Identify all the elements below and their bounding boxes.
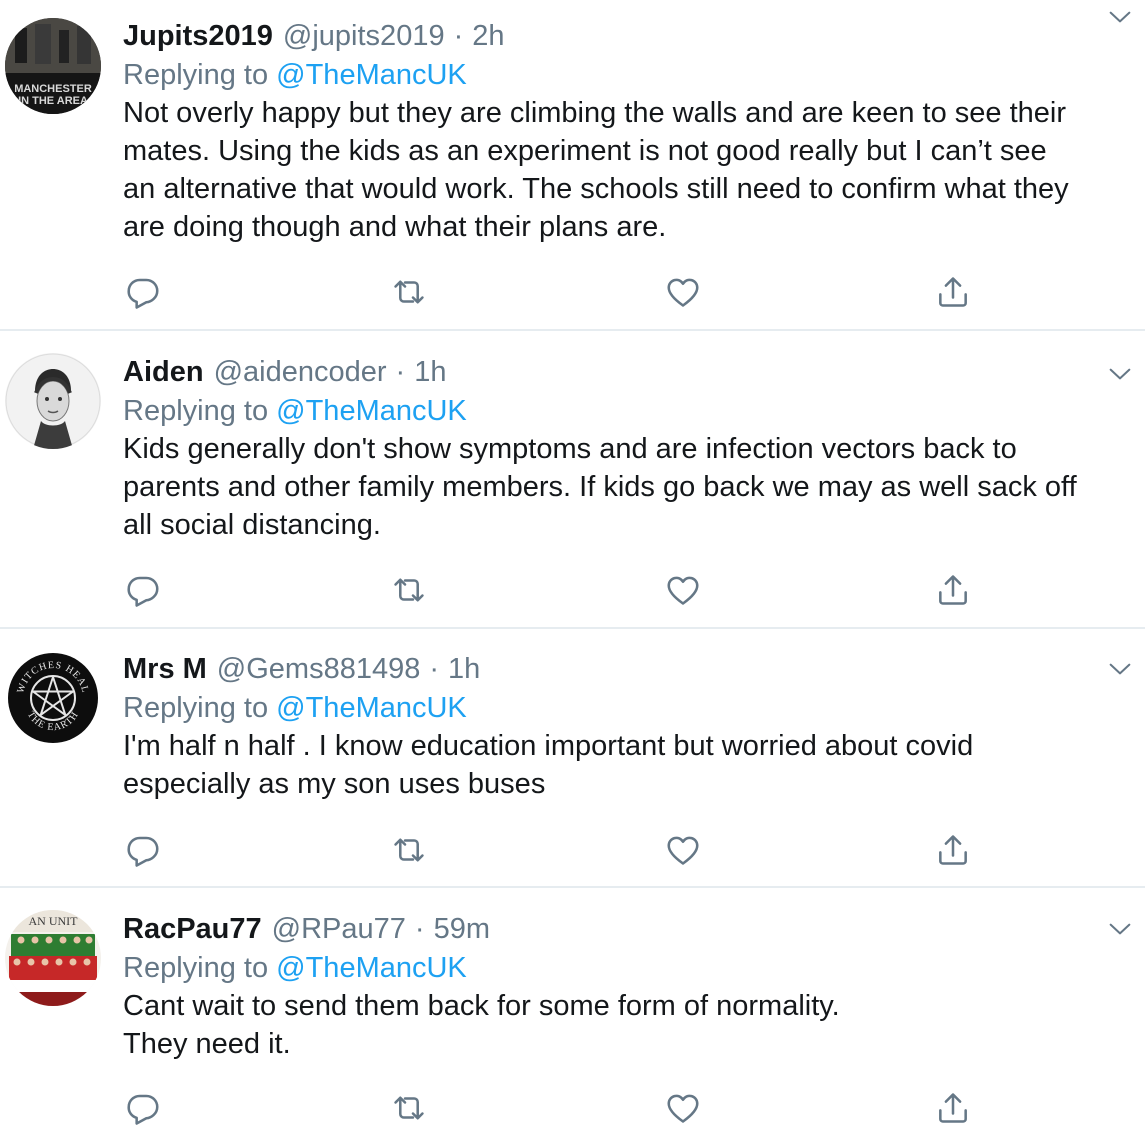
- retweet-icon: [390, 571, 428, 609]
- tweet-content: Mrs M @Gems881498 · 1h Replying to @TheM…: [123, 649, 1133, 803]
- separator-dot: ·: [395, 355, 406, 388]
- avatar[interactable]: [5, 353, 101, 449]
- replying-to: Replying to @TheMancUK: [123, 392, 1133, 430]
- user-name[interactable]: RacPau77: [123, 913, 262, 946]
- like-button[interactable]: [663, 1088, 703, 1128]
- tweet[interactable]: MANCHESTER IN THE AREA Jupits2019 @jupit…: [0, 0, 1145, 331]
- avatar-text-line1: MANCHESTER: [14, 83, 92, 95]
- tweet-actions: [123, 272, 983, 312]
- share-button[interactable]: [933, 570, 973, 610]
- retweet-button[interactable]: [389, 570, 429, 610]
- replying-to: Replying to @TheMancUK: [123, 949, 1133, 987]
- tweet-text: Not overly happy but they are climbing t…: [123, 97, 1069, 243]
- reply-icon: [124, 273, 162, 311]
- separator-dot: ·: [453, 19, 464, 52]
- user-handle[interactable]: @jupits2019: [283, 20, 445, 53]
- tweet-header: RacPau77 @RPau77 · 59m: [123, 909, 1133, 949]
- like-button[interactable]: [663, 570, 703, 610]
- replying-to: Replying to @TheMancUK: [123, 56, 1133, 94]
- separator-dot: ·: [414, 912, 425, 945]
- user-handle[interactable]: @RPau77: [272, 913, 406, 946]
- like-button[interactable]: [663, 830, 703, 870]
- tweet-time[interactable]: 59m: [434, 913, 490, 946]
- retweet-icon: [390, 273, 428, 311]
- reply-icon: [124, 1089, 162, 1127]
- avatar[interactable]: AN UNIT: [5, 910, 101, 1006]
- share-button[interactable]: [933, 830, 973, 870]
- user-name[interactable]: Aiden: [123, 356, 204, 389]
- share-button[interactable]: [933, 272, 973, 312]
- tweet-text: I'm half n half . I know education impor…: [123, 730, 974, 800]
- share-icon: [934, 273, 972, 311]
- user-name[interactable]: Jupits2019: [123, 20, 273, 53]
- user-handle[interactable]: @aidencoder: [214, 356, 387, 389]
- retweet-button[interactable]: [389, 830, 429, 870]
- reply-icon: [124, 831, 162, 869]
- avatar-text-line2: IN THE AREA: [18, 95, 88, 107]
- tweet-actions: [123, 570, 983, 610]
- avatar-text-top: AN UNIT: [29, 914, 79, 928]
- tweet-header: Jupits2019 @jupits2019 · 2h: [123, 16, 1133, 56]
- like-icon: [664, 273, 702, 311]
- reply-mention-link[interactable]: @TheMancUK: [276, 59, 467, 91]
- replying-to-label: Replying to: [123, 395, 269, 427]
- replying-to-label: Replying to: [123, 952, 269, 984]
- reply-mention-link[interactable]: @TheMancUK: [276, 395, 467, 427]
- reply-button[interactable]: [123, 1088, 163, 1128]
- share-button[interactable]: [933, 1088, 973, 1128]
- tweet-time[interactable]: 1h: [448, 653, 480, 686]
- retweet-button[interactable]: [389, 1088, 429, 1128]
- tweet-header: Mrs M @Gems881498 · 1h: [123, 649, 1133, 689]
- tweet-content: Aiden @aidencoder · 1h Replying to @TheM…: [123, 352, 1133, 544]
- tweet[interactable]: AN UNIT RacPau77 @RPau77 · 59m Replying …: [0, 888, 1145, 1148]
- share-icon: [934, 1089, 972, 1127]
- tweet-text: Cant wait to send them back for some for…: [123, 990, 840, 1060]
- tweet-text: Kids generally don't show symptoms and a…: [123, 433, 1077, 541]
- avatar-image: AN UNIT: [5, 910, 101, 1006]
- chevron-down-icon[interactable]: [1105, 914, 1135, 944]
- like-icon: [664, 571, 702, 609]
- user-name[interactable]: Mrs M: [123, 653, 207, 686]
- like-icon: [664, 831, 702, 869]
- avatar[interactable]: MANCHESTER IN THE AREA: [5, 18, 101, 114]
- chevron-down-icon[interactable]: [1105, 2, 1135, 32]
- avatar[interactable]: WITCHES HEAL THE EARTH: [5, 650, 101, 746]
- separator-dot: ·: [429, 652, 440, 685]
- retweet-icon: [390, 1089, 428, 1127]
- tweet[interactable]: WITCHES HEAL THE EARTH Mrs M @Gems881498…: [0, 629, 1145, 888]
- tweet-actions: [123, 1088, 983, 1128]
- tweet-header: Aiden @aidencoder · 1h: [123, 352, 1133, 392]
- reply-icon: [124, 571, 162, 609]
- replying-to-label: Replying to: [123, 692, 269, 724]
- user-handle[interactable]: @Gems881498: [217, 653, 421, 686]
- replying-to-label: Replying to: [123, 59, 269, 91]
- like-icon: [664, 1089, 702, 1127]
- reply-button[interactable]: [123, 570, 163, 610]
- avatar-image: [5, 353, 101, 449]
- tweet-content: RacPau77 @RPau77 · 59m Replying to @TheM…: [123, 909, 1133, 1063]
- retweet-icon: [390, 831, 428, 869]
- tweet-actions: [123, 830, 983, 870]
- reply-mention-link[interactable]: @TheMancUK: [276, 952, 467, 984]
- chevron-down-icon[interactable]: [1105, 654, 1135, 684]
- like-button[interactable]: [663, 272, 703, 312]
- chevron-down-icon[interactable]: [1105, 359, 1135, 389]
- reply-mention-link[interactable]: @TheMancUK: [276, 692, 467, 724]
- retweet-button[interactable]: [389, 272, 429, 312]
- replying-to: Replying to @TheMancUK: [123, 689, 1133, 727]
- reply-button[interactable]: [123, 830, 163, 870]
- reply-button[interactable]: [123, 272, 163, 312]
- avatar-image: MANCHESTER IN THE AREA: [5, 18, 101, 114]
- tweet-time[interactable]: 2h: [472, 20, 504, 53]
- tweet-content: Jupits2019 @jupits2019 · 2h Replying to …: [123, 16, 1133, 246]
- share-icon: [934, 831, 972, 869]
- avatar-image: WITCHES HEAL THE EARTH: [5, 650, 101, 746]
- tweet-time[interactable]: 1h: [414, 356, 446, 389]
- share-icon: [934, 571, 972, 609]
- tweet[interactable]: Aiden @aidencoder · 1h Replying to @TheM…: [0, 331, 1145, 629]
